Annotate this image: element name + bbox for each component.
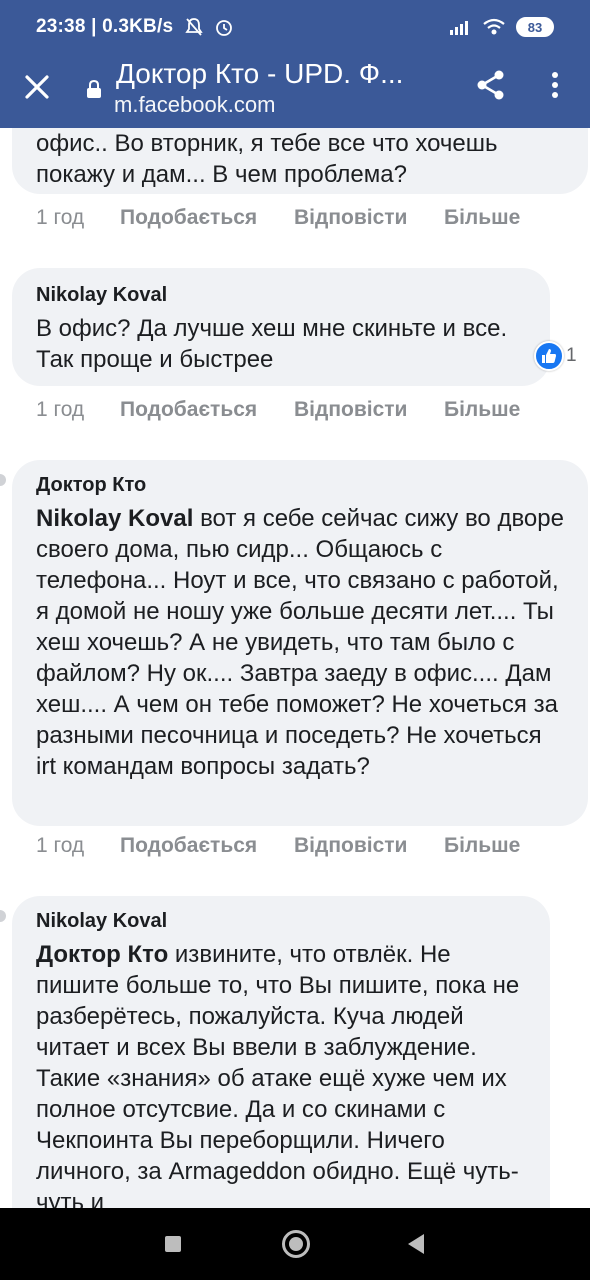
battery-indicator: 83 [516, 17, 554, 37]
reply-button[interactable]: Відповісти [294, 834, 407, 858]
nav-bar [0, 1208, 590, 1280]
comment-author[interactable]: Nikolay Koval [36, 284, 526, 307]
more-button[interactable]: Більше [444, 398, 520, 422]
browser-header: Доктор Кто - UPD. Ф... m.facebook.com [0, 54, 590, 128]
comment-text: Доктор Кто извините, что отвлёк. Не пиши… [36, 939, 526, 1208]
back-icon[interactable] [408, 1234, 424, 1254]
comment-time[interactable]: 1 год [36, 398, 84, 422]
comment-mention[interactable]: Nikolay Koval [36, 505, 193, 532]
thread-indicator [0, 910, 6, 922]
comment-text: офис.. Во вторник, я тебе все что хочешь… [36, 130, 498, 188]
comment-time[interactable]: 1 год [36, 206, 84, 230]
comment-text: Nikolay Koval вот я себе сейчас сижу во … [36, 503, 564, 782]
signal-icon [450, 21, 468, 35]
comment-bubble: Nikolay Koval Доктор Кто извините, что о… [12, 896, 550, 1208]
page-title[interactable]: Доктор Кто - UPD. Ф... [116, 58, 436, 90]
like-button[interactable]: Подобається [120, 398, 257, 422]
status-bar-right: 83 [450, 14, 554, 40]
comment-author[interactable]: Nikolay Koval [36, 910, 526, 933]
comment-body: извините, что отвлёк. Не пишите больше т… [36, 941, 520, 1208]
status-separator: | [91, 16, 97, 37]
page-url[interactable]: m.facebook.com [114, 92, 275, 118]
comment-mention[interactable]: Доктор Кто [36, 941, 168, 968]
comment-author[interactable]: Доктор Кто [36, 474, 564, 497]
comment-bubble: Nikolay Koval В офис? Да лучше хеш мне с… [12, 268, 550, 386]
comments-list: офис.. Во вторник, я тебе все что хочешь… [0, 128, 590, 1208]
mute-icon [185, 18, 203, 36]
alarm-icon [216, 20, 233, 36]
comment-reactions[interactable]: 1 [534, 341, 577, 371]
reply-button[interactable]: Відповісти [294, 206, 407, 230]
comment-bubble: Доктор Кто Nikolay Koval вот я себе сейч… [12, 460, 588, 826]
like-button[interactable]: Подобається [120, 206, 257, 230]
more-button[interactable]: Більше [444, 206, 520, 230]
comment-time[interactable]: 1 год [36, 834, 84, 858]
more-vert-icon[interactable] [540, 68, 570, 102]
comment-bubble: офис.. Во вторник, я тебе все что хочешь… [12, 128, 588, 194]
reply-button[interactable]: Відповісти [294, 398, 407, 422]
status-net-speed: 0.3KB/s [102, 16, 174, 37]
comment-body: вот я себе сейчас сижу во дворе своего д… [36, 505, 564, 780]
like-button[interactable]: Подобається [120, 834, 257, 858]
share-icon[interactable] [474, 68, 508, 102]
lock-icon [87, 80, 101, 98]
comment-text: В офис? Да лучше хеш мне скиньте и все. … [36, 315, 508, 373]
reaction-count: 1 [566, 345, 577, 366]
more-button[interactable]: Більше [444, 834, 520, 858]
status-time: 23:38 [36, 16, 86, 37]
thread-indicator [0, 474, 6, 486]
recent-apps-icon[interactable] [165, 1236, 181, 1252]
like-icon [534, 341, 564, 371]
close-icon[interactable] [20, 70, 54, 104]
status-bar: 23:38 | 0.3KB/s 83 [0, 0, 590, 54]
home-icon[interactable] [282, 1230, 310, 1258]
wifi-icon [483, 18, 505, 35]
status-bar-left: 23:38 | 0.3KB/s [36, 16, 234, 38]
